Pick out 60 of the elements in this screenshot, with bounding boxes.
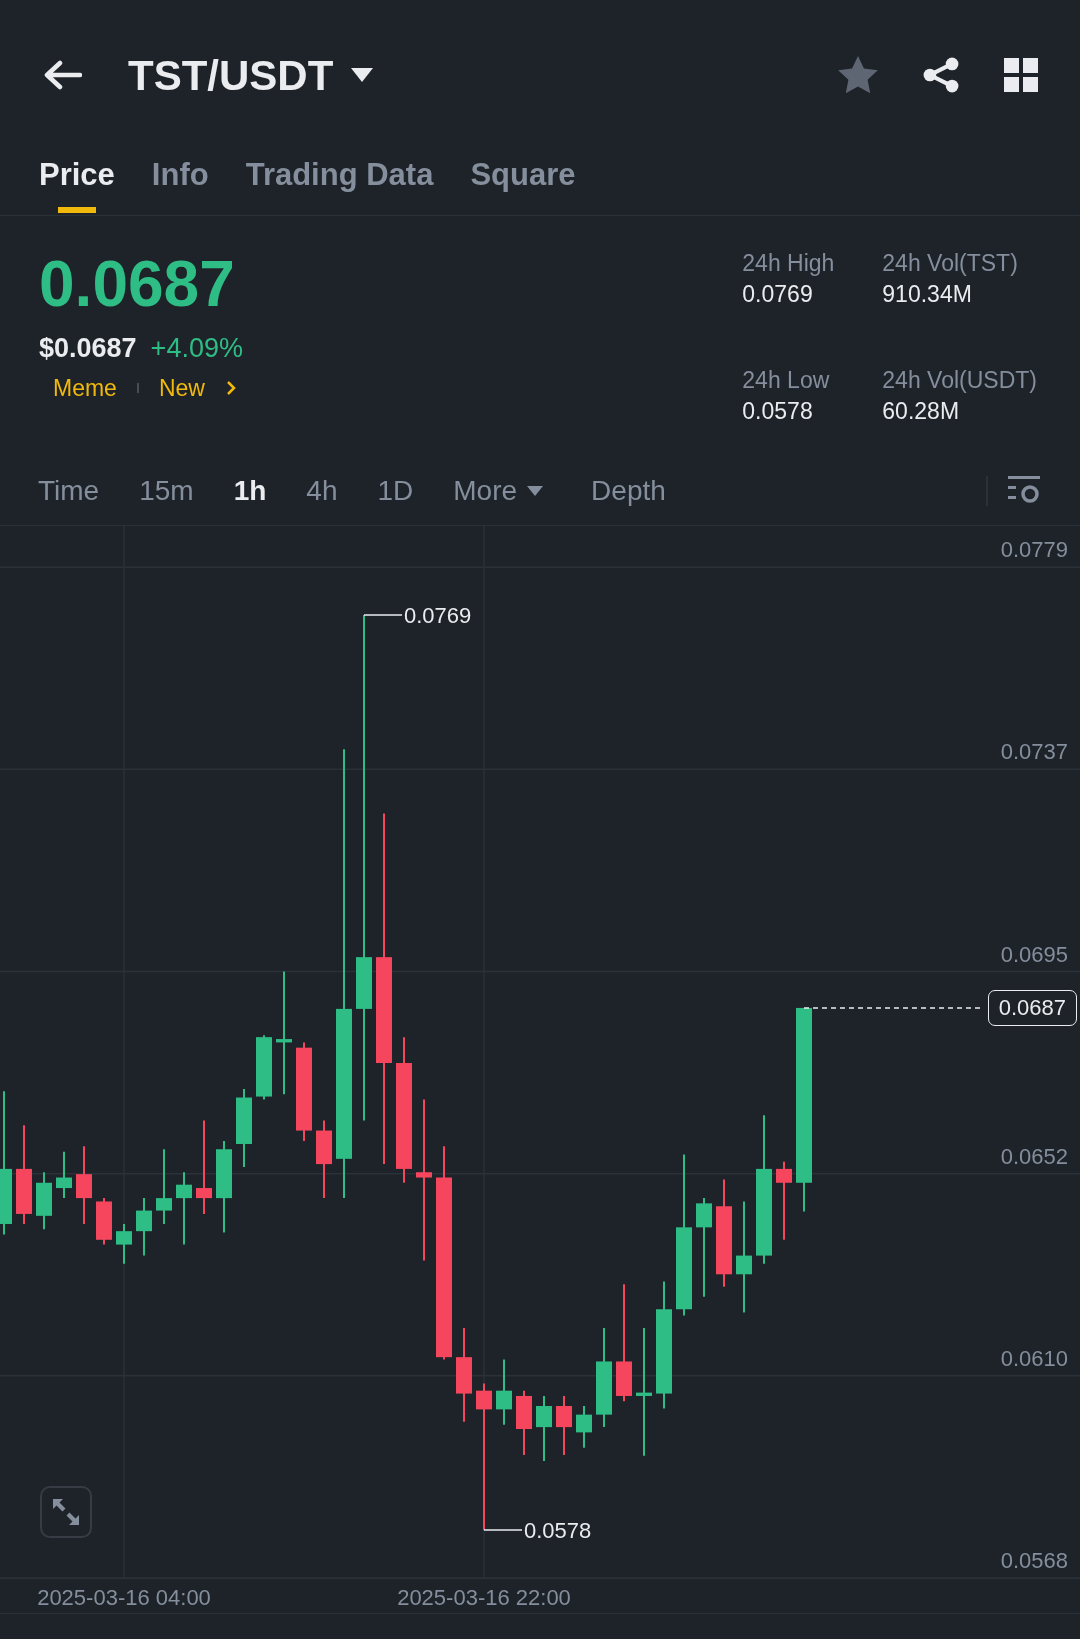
star-icon[interactable] <box>838 56 878 94</box>
candle <box>96 1197 112 1246</box>
price-axis-label: 0.0568 <box>1000 1548 1068 1573</box>
candle <box>116 1223 132 1265</box>
interval-tab[interactable]: 4h <box>306 469 338 512</box>
candle <box>36 1171 52 1231</box>
interval-tab[interactable]: Time <box>38 469 100 512</box>
candle <box>496 1358 512 1426</box>
grid-icon[interactable] <box>1004 58 1038 92</box>
candle <box>536 1394 552 1463</box>
tab[interactable]: Square <box>470 150 576 199</box>
usd-price: $0.0687 <box>39 332 137 365</box>
time-axis-label: 2025-03-16 04:00 <box>37 1584 211 1612</box>
pair-selector[interactable]: TST/USDT <box>128 43 374 107</box>
interval-tab[interactable]: More <box>453 469 544 512</box>
stat-value: 0.0769 <box>742 280 814 309</box>
share-icon[interactable] <box>922 56 960 94</box>
back-arrow-icon[interactable] <box>42 59 82 91</box>
tab[interactable]: Trading Data <box>245 150 434 199</box>
tab[interactable]: Info <box>151 150 209 199</box>
candle <box>136 1197 152 1257</box>
caret-down-icon <box>527 485 544 496</box>
stat-label: 24h Vol(USDT) <box>882 366 1037 395</box>
price-axis-label: 0.0737 <box>1000 739 1068 765</box>
interval-tab[interactable]: 1h <box>233 469 267 512</box>
fullscreen-button[interactable] <box>40 1486 92 1538</box>
stat-label: 24h High <box>742 249 836 278</box>
stat-label: 24h Vol(TST) <box>882 249 1019 278</box>
stat-value: 0.0578 <box>742 397 814 426</box>
leader-line <box>483 1529 523 1531</box>
price-axis-label: 0.0652 <box>1000 1143 1068 1169</box>
stat-label: 24h Low <box>742 366 831 395</box>
chart-settings-icon[interactable] <box>1008 475 1040 506</box>
candle <box>516 1389 532 1456</box>
candle <box>556 1394 572 1456</box>
last-price-tag: 0.0687 <box>987 989 1077 1026</box>
candle <box>576 1405 592 1449</box>
price-axis-label: 0.0779 <box>1000 537 1068 563</box>
tag-link[interactable]: Meme <box>53 370 117 405</box>
price-axis-label: 0.0695 <box>1000 941 1068 967</box>
candle <box>56 1150 72 1200</box>
low-price-label: 0.0578 <box>524 1518 592 1544</box>
last-price: 0.0687 <box>39 247 236 322</box>
caret-down-icon <box>351 68 374 82</box>
price-change: +4.09% <box>150 332 243 365</box>
price-axis-label: 0.0610 <box>1000 1345 1068 1371</box>
high-price-label: 0.0769 <box>404 603 472 629</box>
tab[interactable]: Price <box>39 150 115 199</box>
stat-value: 60.28M <box>882 397 961 426</box>
expand-icon <box>51 1497 81 1527</box>
time-axis-label: 2025-03-16 22:00 <box>397 1584 571 1612</box>
stat-value: 910.34M <box>882 280 973 309</box>
tag-link[interactable]: New <box>158 370 205 405</box>
interval-tab[interactable]: Depth <box>591 469 666 512</box>
interval-tab[interactable]: 1D <box>377 469 414 512</box>
interval-tab[interactable]: 15m <box>139 469 194 512</box>
tab-indicator <box>57 207 96 213</box>
candle <box>256 1034 272 1101</box>
chevron-right-icon[interactable] <box>224 379 237 396</box>
leader-line <box>363 614 403 616</box>
